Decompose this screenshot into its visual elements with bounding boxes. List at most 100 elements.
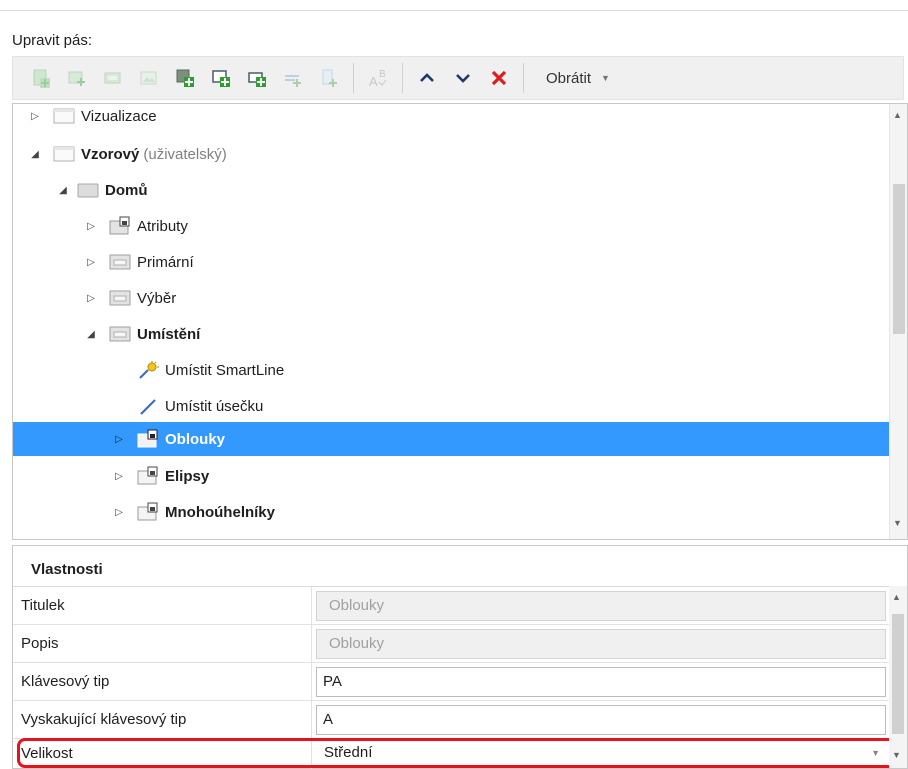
tree-item-label: Primární bbox=[137, 253, 194, 271]
tree-item[interactable]: Umístit úsečku bbox=[111, 388, 263, 424]
tree-item[interactable]: Umístit SmartLine bbox=[111, 352, 284, 388]
delete-icon bbox=[491, 70, 507, 86]
tree-item[interactable]: ▷ Mnohoúhelníky bbox=[111, 494, 275, 530]
scroll-down-icon[interactable]: ▼ bbox=[892, 750, 901, 760]
scroll-down-icon[interactable]: ▼ bbox=[893, 518, 902, 528]
tree-item[interactable]: ▷ Elipsy bbox=[111, 458, 209, 494]
add-item-icon bbox=[248, 72, 266, 87]
add-child-button[interactable] bbox=[203, 61, 239, 95]
property-row: Titulek Oblouky bbox=[13, 587, 891, 625]
property-name: Titulek bbox=[21, 597, 65, 614]
reverse-dropdown-button[interactable]: Obrátit ▼ bbox=[540, 61, 616, 95]
property-name: Popis bbox=[21, 635, 59, 652]
move-up-button[interactable] bbox=[409, 61, 445, 95]
edit-ribbon-label: Upravit pás: bbox=[12, 32, 93, 49]
group-lock-icon bbox=[109, 216, 131, 236]
smartline-icon bbox=[137, 360, 159, 380]
expand-collapsed-icon[interactable]: ▷ bbox=[111, 504, 127, 520]
properties-scrollbar[interactable]: ▲ ▼ bbox=[889, 586, 907, 768]
scrollbar-thumb[interactable] bbox=[892, 614, 904, 734]
keytip-input[interactable]: PA bbox=[316, 667, 886, 697]
group-lock-icon bbox=[137, 466, 159, 486]
group-icon bbox=[109, 324, 131, 344]
delete-button[interactable] bbox=[481, 61, 517, 95]
top-divider bbox=[0, 10, 908, 11]
toolbar-separator bbox=[353, 63, 354, 93]
add-separator-icon bbox=[285, 75, 301, 87]
expand-collapsed-icon[interactable]: ▷ bbox=[83, 290, 99, 306]
toolbar-separator bbox=[402, 63, 403, 93]
tab-folder-icon bbox=[77, 180, 99, 200]
line-segment-icon bbox=[137, 396, 159, 416]
scrollbar-thumb[interactable] bbox=[893, 184, 905, 334]
tree-item[interactable]: ◢ Umístění bbox=[83, 316, 200, 352]
expand-collapsed-icon[interactable]: ▷ bbox=[83, 254, 99, 270]
tree-scrollbar[interactable]: ▲ ▼ bbox=[889, 104, 907, 539]
tree-item[interactable]: ◢ Vzorový (uživatelský) bbox=[27, 136, 227, 172]
tab-icon bbox=[53, 106, 75, 126]
add-element-button[interactable] bbox=[167, 61, 203, 95]
tree-item-label: Mnohoúhelníky bbox=[165, 503, 275, 521]
reverse-label: Obrátit bbox=[546, 69, 592, 87]
add-group-icon bbox=[68, 71, 85, 86]
rename-ab-icon: AB bbox=[369, 69, 387, 89]
tree-item-sublabel: (uživatelský) bbox=[143, 145, 227, 163]
tree-item-label: Atributy bbox=[137, 217, 188, 235]
expand-collapsed-icon[interactable]: ▷ bbox=[83, 218, 99, 234]
rename-button[interactable]: AB bbox=[360, 61, 396, 95]
scroll-up-icon[interactable]: ▲ bbox=[893, 110, 902, 120]
property-row: Popis Oblouky bbox=[13, 625, 891, 663]
property-row: Vyskakující klávesový tip A bbox=[13, 701, 891, 739]
tree-item[interactable]: ◢ Domů bbox=[55, 172, 148, 208]
tree-item[interactable]: ▷ Primární bbox=[83, 244, 194, 280]
tree-item-label: Umístit SmartLine bbox=[165, 361, 285, 379]
toolbar-separator bbox=[523, 63, 524, 93]
group-lock-icon bbox=[137, 502, 159, 522]
group-icon bbox=[109, 288, 131, 308]
expand-collapsed-icon[interactable]: ▷ bbox=[111, 468, 127, 484]
add-child-icon bbox=[212, 70, 230, 87]
tab-icon bbox=[53, 144, 75, 164]
tree-item-selected[interactable]: ▷ Oblouky bbox=[13, 422, 891, 456]
add-split-button[interactable] bbox=[311, 61, 347, 95]
add-item-button[interactable] bbox=[239, 61, 275, 95]
tree-item-label: Vzorový bbox=[81, 145, 140, 163]
tree-item-label: Domů bbox=[105, 181, 148, 199]
properties-title: Vlastnosti bbox=[31, 561, 103, 578]
ribbon-edit-toolbar: AB Obrátit ▼ bbox=[12, 56, 904, 100]
group-icon bbox=[109, 252, 131, 272]
add-tab-button[interactable] bbox=[23, 61, 59, 95]
tree-item-label: Elipsy bbox=[165, 467, 210, 485]
tree-item-label: Oblouky bbox=[165, 430, 226, 448]
add-tab-icon bbox=[33, 69, 50, 88]
property-value-field: Oblouky bbox=[316, 591, 886, 621]
scroll-up-icon[interactable]: ▲ bbox=[892, 592, 901, 602]
expand-collapsed-icon[interactable]: ▷ bbox=[27, 108, 43, 124]
move-down-icon bbox=[456, 74, 470, 83]
tree-item[interactable]: ▷ Vizualizace bbox=[27, 104, 157, 134]
expand-collapsed-icon[interactable]: ▷ bbox=[111, 431, 127, 447]
add-subgroup-button[interactable] bbox=[95, 61, 131, 95]
properties-panel: Vlastnosti Titulek Oblouky Popis Oblouky… bbox=[12, 545, 908, 769]
expand-expanded-icon[interactable]: ◢ bbox=[55, 182, 71, 198]
svg-text:B: B bbox=[379, 69, 386, 80]
popup-keytip-input[interactable]: A bbox=[316, 705, 886, 735]
tree-item-label: Výběr bbox=[137, 289, 177, 307]
highlight-annotation bbox=[17, 738, 903, 768]
add-subgroup-icon bbox=[104, 72, 121, 84]
tree-item[interactable]: ▷ Výběr bbox=[83, 280, 176, 316]
property-name: Klávesový tip bbox=[21, 673, 110, 690]
tree-item-label: Umístit úsečku bbox=[165, 397, 264, 415]
add-separator-button[interactable] bbox=[275, 61, 311, 95]
group-lock-icon bbox=[137, 429, 159, 449]
tree-item-label: Vizualizace bbox=[81, 107, 157, 125]
add-split-icon bbox=[322, 69, 337, 87]
tree-item[interactable]: ▷ Atributy bbox=[83, 208, 188, 244]
move-down-button[interactable] bbox=[445, 61, 481, 95]
expand-expanded-icon[interactable]: ◢ bbox=[27, 146, 43, 162]
expand-expanded-icon[interactable]: ◢ bbox=[83, 326, 99, 342]
property-name: Vyskakující klávesový tip bbox=[21, 711, 187, 728]
add-image-button[interactable] bbox=[131, 61, 167, 95]
chevron-down-icon: ▼ bbox=[601, 73, 610, 83]
add-group-button[interactable] bbox=[59, 61, 95, 95]
